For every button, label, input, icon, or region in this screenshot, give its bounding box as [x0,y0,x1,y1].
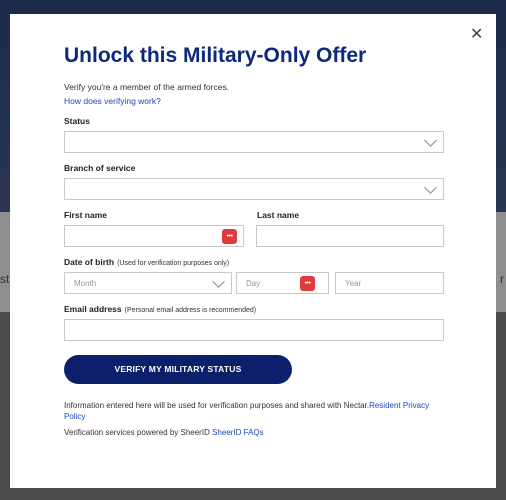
month-placeholder: Month [74,279,97,288]
verify-military-status-button[interactable]: VERIFY MY MILITARY STATUS [64,355,292,384]
powered-by-text: Verification services powered by SheerID [64,428,213,437]
privacy-info-text: Information entered here will be used fo… [64,401,370,410]
dob-label: Date of birth (Used for verification purp… [64,257,229,267]
first-name-field[interactable]: ••• [64,225,244,247]
password-manager-glyph: ••• [304,280,311,287]
status-label: Status [64,116,90,126]
branch-select[interactable] [64,178,444,200]
month-select[interactable]: Month [64,272,232,294]
privacy-info: Information entered here will be used fo… [64,400,434,422]
backdrop-text-right: r [500,272,504,286]
day-placeholder: Day [246,279,261,288]
how-verifying-works-link[interactable]: How does verifying work? [64,96,161,106]
chevron-down-icon [424,181,437,194]
close-icon[interactable]: ✕ [470,27,483,43]
last-name-field[interactable] [256,225,444,247]
day-field[interactable]: Day ••• [236,272,329,294]
email-field[interactable] [64,319,444,341]
verification-modal: ✕ Unlock this Military-Only Offer Verify… [10,14,496,488]
password-manager-icon[interactable]: ••• [300,276,315,291]
year-placeholder: Year [345,279,362,288]
chevron-down-icon [212,275,225,288]
chevron-down-icon [424,134,437,147]
password-manager-glyph: ••• [226,233,233,240]
first-name-label: First name [64,210,107,220]
modal-title: Unlock this Military-Only Offer [64,44,367,67]
dob-label-text: Date of birth [64,257,115,267]
email-note: (Personal email address is recommended) [124,307,257,314]
backdrop-text-left: st [0,272,10,286]
last-name-label: Last name [257,210,300,220]
intro-text: Verify you're a member of the armed forc… [64,82,230,92]
branch-label: Branch of service [64,163,136,173]
status-select[interactable] [64,131,444,153]
email-label: Email address (Personal email address is … [64,304,256,314]
powered-by: Verification services powered by SheerID… [64,428,264,437]
sheerid-faqs-link[interactable]: SheerID FAQs [212,428,264,437]
year-field[interactable]: Year [335,272,444,294]
dob-note: (Used for verification purposes only) [117,260,230,267]
email-label-text: Email address [64,304,122,314]
password-manager-icon[interactable]: ••• [222,229,237,244]
